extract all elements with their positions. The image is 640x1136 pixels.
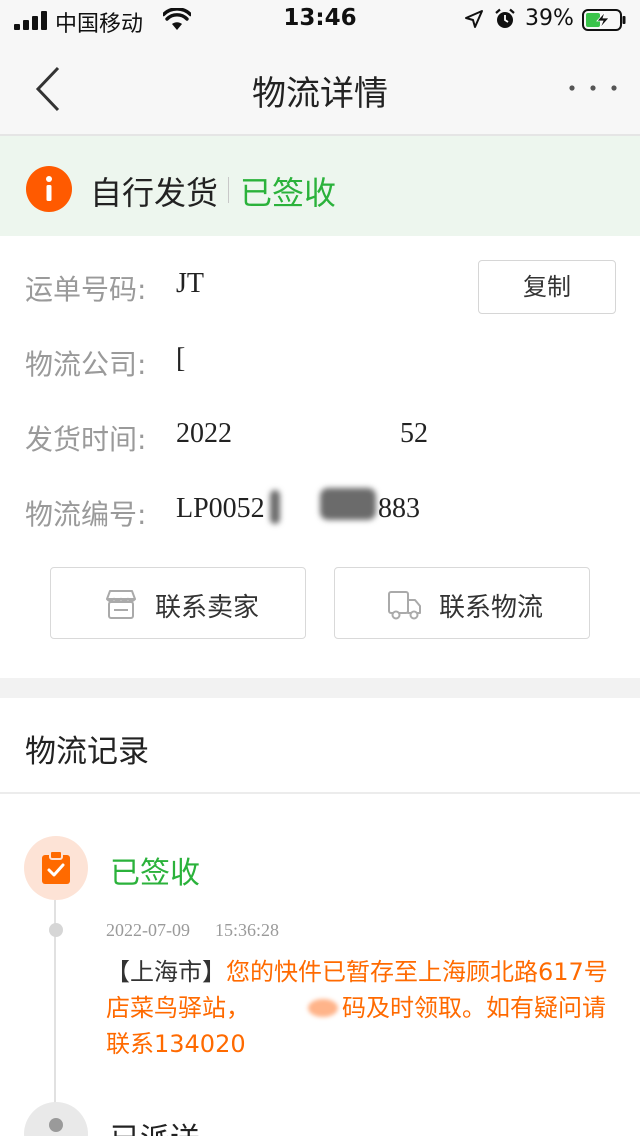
store-icon [106,590,136,619]
banner-divider [228,177,229,203]
record-status-dispatched: 已派送 [110,1114,200,1136]
more-options-icon[interactable] [568,84,618,92]
redaction-mark [250,997,342,1021]
record-status: 已签收 [110,856,200,891]
clipboard-check-icon [42,850,70,884]
status-bar: 中国移动 13:46 39% [0,0,640,40]
waybill-label: 运单号码: [25,273,147,306]
timeline-dot [49,923,63,937]
redaction-mark [320,488,376,520]
contact-seller-label: 联系卖家 [155,593,260,623]
contact-logistics-label: 联系物流 [439,593,544,623]
location-arrow-icon [465,10,483,28]
navigation-bar: 物流详情 [0,40,640,136]
company-label: 物流公司: [25,348,147,381]
delivery-status: 已签收 [240,174,337,212]
delivery-type: 自行发货 [90,174,219,212]
record-city: 【上海市】 [106,958,226,986]
truck-icon [388,591,421,620]
record-time: 15:36:28 [215,920,280,940]
logistics-no-label: 物流编号: [25,498,147,531]
battery-charging-icon [582,9,626,31]
battery-percent: 39% [525,6,574,31]
ship-time-label: 发货时间: [25,423,147,456]
record-timestamp: 2022-07-09 15:36:28 [106,920,279,941]
company-value: [ [176,343,186,374]
records-title: 物流记录 [25,734,149,770]
alarm-icon [495,8,515,28]
page: 中国移动 13:46 39% 物流详情 自行发货 已签收 运单号码: JT 复制… [0,0,640,1136]
copy-button[interactable]: 复制 [478,260,616,314]
records-divider [0,792,640,794]
waybill-value: JT [176,268,204,299]
info-icon [26,166,72,212]
courier-icon [49,1118,63,1132]
page-title: 物流详情 [252,74,388,114]
record-msg-line1: 您的快件已暂存至上海顾北路617号 [226,958,608,986]
record-msg-line2a: 店菜鸟驿站， [106,994,250,1022]
logistics-no-value: LP0052 [176,493,265,524]
record-date: 2022-07-09 [106,920,190,940]
record-msg-line2b: 码及时领取。如有疑问请 [342,994,606,1022]
section-gap [0,678,640,698]
record-message: 【上海市】您的快件已暂存至上海顾北路617号 店菜鸟驿站， 码及时领取。如有疑问请… [106,954,616,1062]
contact-logistics-button[interactable]: 联系物流 [334,567,590,639]
ship-time-value: 2022 [176,418,232,449]
contact-seller-button[interactable]: 联系卖家 [50,567,306,639]
ship-time-value-tail: 52 [400,418,428,449]
redaction-mark [270,490,280,524]
logistics-no-value-tail: 883 [378,493,420,524]
record-msg-line3: 联系134020 [106,1030,246,1058]
